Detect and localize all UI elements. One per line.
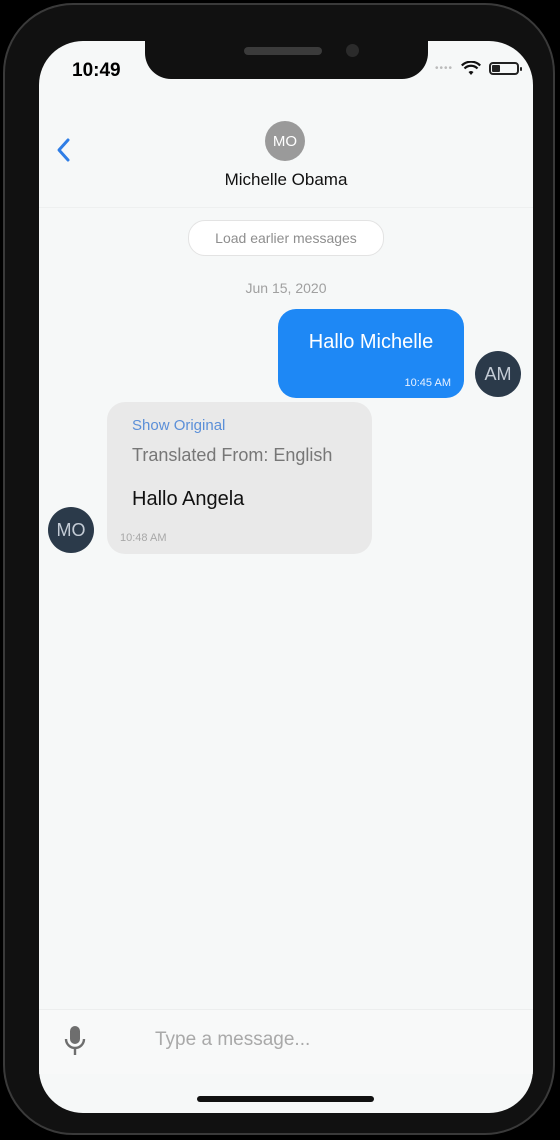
microphone-button[interactable] [63,1024,87,1058]
message-time: 10:45 AM [404,377,451,389]
status-time: 10:49 [72,60,121,81]
message-time: 10:48 AM [120,532,167,544]
message-text: Hallo Angela [132,488,245,510]
outgoing-message[interactable]: Hallo Michelle 10:45 AM [278,309,464,398]
status-icons: •••• [434,61,522,76]
load-earlier-button[interactable]: Load earlier messages [188,220,384,256]
chevron-left-icon [57,138,70,162]
back-button[interactable] [55,137,73,169]
translated-from-label: Translated From: English [132,445,333,465]
show-original-link[interactable]: Show Original [132,417,225,434]
date-label: Jun 15, 2020 [245,280,327,296]
screen: 10:49 •••• MO Michelle Obama Load earlie… [39,41,533,1113]
cellular-signal-icon: •••• [434,63,453,74]
user-avatar[interactable]: AM [475,351,521,397]
battery-icon [489,62,522,75]
speaker-grille [244,47,322,55]
notch [145,41,428,79]
message-input[interactable] [153,1022,497,1058]
front-camera [346,44,359,57]
phone-frame: 10:49 •••• MO Michelle Obama Load earlie… [3,3,555,1135]
wifi-icon [461,61,481,75]
header-divider [39,207,533,208]
home-indicator [197,1096,374,1102]
message-composer [39,1009,533,1074]
message-text: Hallo Michelle [308,331,434,353]
contact-message-avatar[interactable]: MO [48,507,94,553]
contact-name[interactable]: Michelle Obama [39,170,533,190]
battery-level [492,65,500,72]
contact-avatar[interactable]: MO [265,121,305,161]
incoming-message[interactable]: Show Original Translated From: English H… [107,402,372,554]
microphone-icon [64,1026,86,1055]
